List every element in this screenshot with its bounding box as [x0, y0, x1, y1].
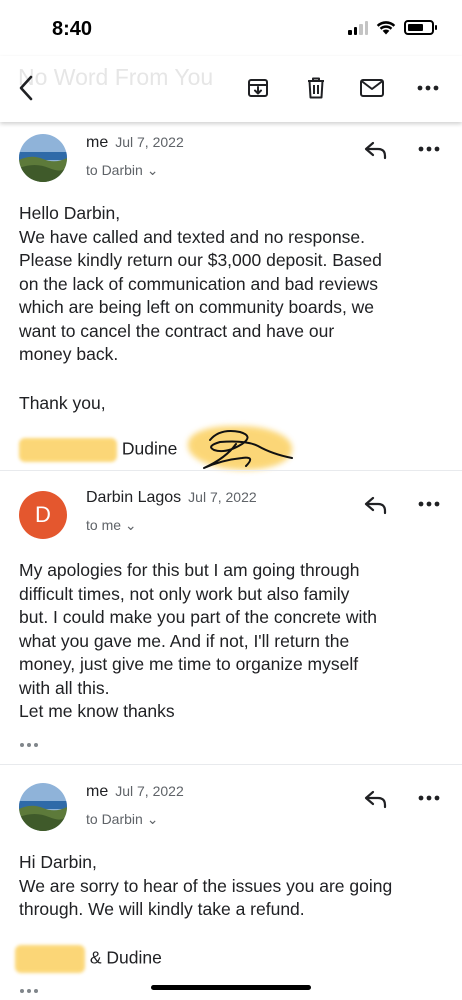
body-line: difficult times, not only work but also … — [19, 583, 350, 604]
recipient-toggle[interactable]: to Darbin ⌄ — [86, 162, 158, 179]
faded-subject-title: No Word From You — [18, 64, 214, 90]
back-icon — [19, 75, 33, 101]
sender-name: me — [86, 134, 109, 151]
cellular-signal-icon — [348, 20, 368, 35]
show-trimmed-content-button[interactable] — [20, 739, 42, 751]
signature-surname: Dudine — [121, 438, 178, 459]
status-bar: 8:40 — [0, 0, 462, 56]
more-options-button[interactable] — [414, 74, 442, 102]
message-body: Hi Darbin, We are sorry to hear of the i… — [19, 851, 392, 922]
redaction-highlight — [19, 438, 117, 462]
wifi-icon — [376, 21, 396, 35]
landscape-photo-icon — [19, 783, 67, 831]
message-more-icon[interactable] — [416, 493, 442, 515]
home-indicator — [151, 985, 311, 990]
body-line: Let me know thanks — [19, 701, 175, 721]
message-more-icon[interactable] — [416, 787, 442, 809]
reply-icon[interactable] — [362, 491, 390, 519]
mark-unread-icon — [360, 79, 384, 97]
more-icon — [417, 85, 439, 91]
body-line: We have called and texted and no respons… — [19, 226, 366, 247]
message-date: Jul 7, 2022 — [188, 489, 257, 505]
body-line: want to cancel the contract and have our — [19, 320, 335, 341]
redaction-highlight — [15, 945, 85, 973]
body-line: but. I could make you part of the concre… — [19, 607, 377, 627]
status-time: 8:40 — [52, 18, 93, 40]
archive-icon — [248, 79, 268, 97]
body-line: money back. — [19, 344, 119, 364]
delete-button[interactable] — [302, 74, 330, 102]
closing-line: Thank you, — [19, 393, 106, 413]
message-body: My apologies for this but I am going thr… — [19, 559, 377, 724]
recipient-toggle[interactable]: to me ⌄ — [86, 517, 137, 534]
message-toolbar: No Word From You — [0, 56, 462, 122]
signature-surname: & Dudine — [89, 947, 162, 968]
message-body: Hello Darbin, We have called and texted … — [19, 202, 382, 367]
sender-line: me Jul 7, 2022 — [86, 783, 184, 801]
back-button[interactable] — [12, 74, 40, 102]
reply-icon[interactable] — [362, 136, 390, 164]
message-card[interactable]: D Darbin Lagos Jul 7, 2022 to me ⌄ My apo… — [0, 470, 462, 764]
landscape-photo-icon — [19, 134, 67, 182]
avatar — [19, 783, 67, 831]
body-line: money, just give me time to organize mys… — [19, 654, 359, 674]
signature: Dudine — [19, 438, 177, 462]
avatar — [19, 134, 67, 182]
recipient-toggle[interactable]: to Darbin ⌄ — [86, 811, 158, 828]
sender-line: me Jul 7, 2022 — [86, 134, 184, 152]
sender-name: Darbin Lagos — [86, 489, 182, 506]
signature: & Dudine — [15, 945, 162, 973]
message-date: Jul 7, 2022 — [115, 134, 184, 150]
body-line: My apologies for this but I am going thr… — [19, 560, 360, 580]
sender-line: Darbin Lagos Jul 7, 2022 — [86, 489, 257, 507]
show-trimmed-content-button[interactable] — [20, 985, 42, 997]
body-line: what you gave me. And if not, I'll retur… — [19, 630, 350, 651]
message-more-icon[interactable] — [416, 138, 442, 160]
status-icons — [348, 20, 437, 35]
body-line: Please kindly return our $3,000 deposit.… — [19, 250, 382, 270]
avatar: D — [19, 491, 67, 539]
message-card[interactable]: me Jul 7, 2022 to Darbin ⌄ Hello Darbin, … — [0, 122, 462, 470]
message-card[interactable]: me Jul 7, 2022 to Darbin ⌄ Hi Darbin, We … — [0, 764, 462, 1000]
archive-button[interactable] — [244, 74, 272, 102]
delete-icon — [308, 77, 324, 99]
message-date: Jul 7, 2022 — [115, 783, 184, 799]
body-line: which are being left on community boards… — [19, 297, 375, 317]
body-line: with all this. — [19, 677, 110, 698]
body-line: through. We will kindly take a refund. — [19, 899, 305, 919]
reply-icon[interactable] — [362, 785, 390, 813]
body-line: Hello Darbin, — [19, 203, 121, 223]
sender-name: me — [86, 783, 109, 800]
body-line: on the lack of communication and bad rev… — [19, 273, 378, 294]
handwritten-signature — [203, 430, 293, 469]
mark-unread-button[interactable] — [358, 74, 386, 102]
body-line: Hi Darbin, — [19, 852, 97, 872]
battery-icon — [404, 20, 437, 35]
body-line: We are sorry to hear of the issues you a… — [19, 875, 393, 896]
